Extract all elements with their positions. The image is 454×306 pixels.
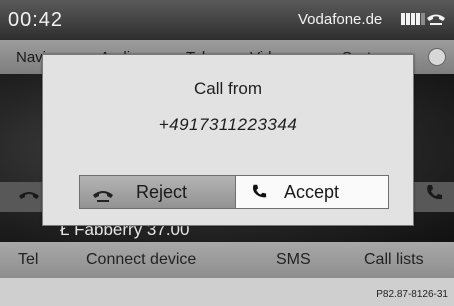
accept-label: Accept bbox=[284, 182, 340, 202]
function-bar: Tel Connect device SMS Call lists bbox=[0, 242, 454, 278]
call-icon bbox=[427, 185, 442, 200]
incoming-call-dialog: Call from +4917311223344 Reject Accept bbox=[42, 54, 414, 226]
caller-number: +4917311223344 bbox=[158, 115, 298, 134]
function-tel[interactable]: Tel bbox=[18, 251, 38, 269]
carrier-name: Vodafone.de bbox=[298, 11, 383, 28]
status-bar: 00:42 Vodafone.de bbox=[0, 0, 454, 40]
figure-code: P82.87-8126-31 bbox=[376, 289, 448, 300]
clock: 00:42 bbox=[8, 9, 64, 31]
function-call-lists[interactable]: Call lists bbox=[364, 251, 424, 269]
phone-handset-icon bbox=[252, 184, 267, 198]
function-connect-device[interactable]: Connect device bbox=[86, 251, 196, 269]
function-sms[interactable]: SMS bbox=[276, 251, 311, 269]
hang-up-icon bbox=[93, 191, 113, 202]
signal-strength-icon bbox=[401, 13, 425, 25]
dialog-title: Call from bbox=[193, 79, 262, 98]
call-action-buttons: Reject Accept bbox=[79, 175, 389, 209]
hang-up-icon bbox=[19, 192, 39, 199]
head-unit-screen: 00:42 Vodafone.de Navi Audio Tel Video S… bbox=[0, 0, 454, 306]
reject-label: Reject bbox=[136, 182, 188, 202]
accept-button[interactable]: Accept bbox=[235, 176, 388, 208]
phone-handset-icon bbox=[427, 14, 445, 25]
reject-button[interactable]: Reject bbox=[80, 176, 235, 208]
menu-end-dot-icon bbox=[428, 48, 446, 66]
